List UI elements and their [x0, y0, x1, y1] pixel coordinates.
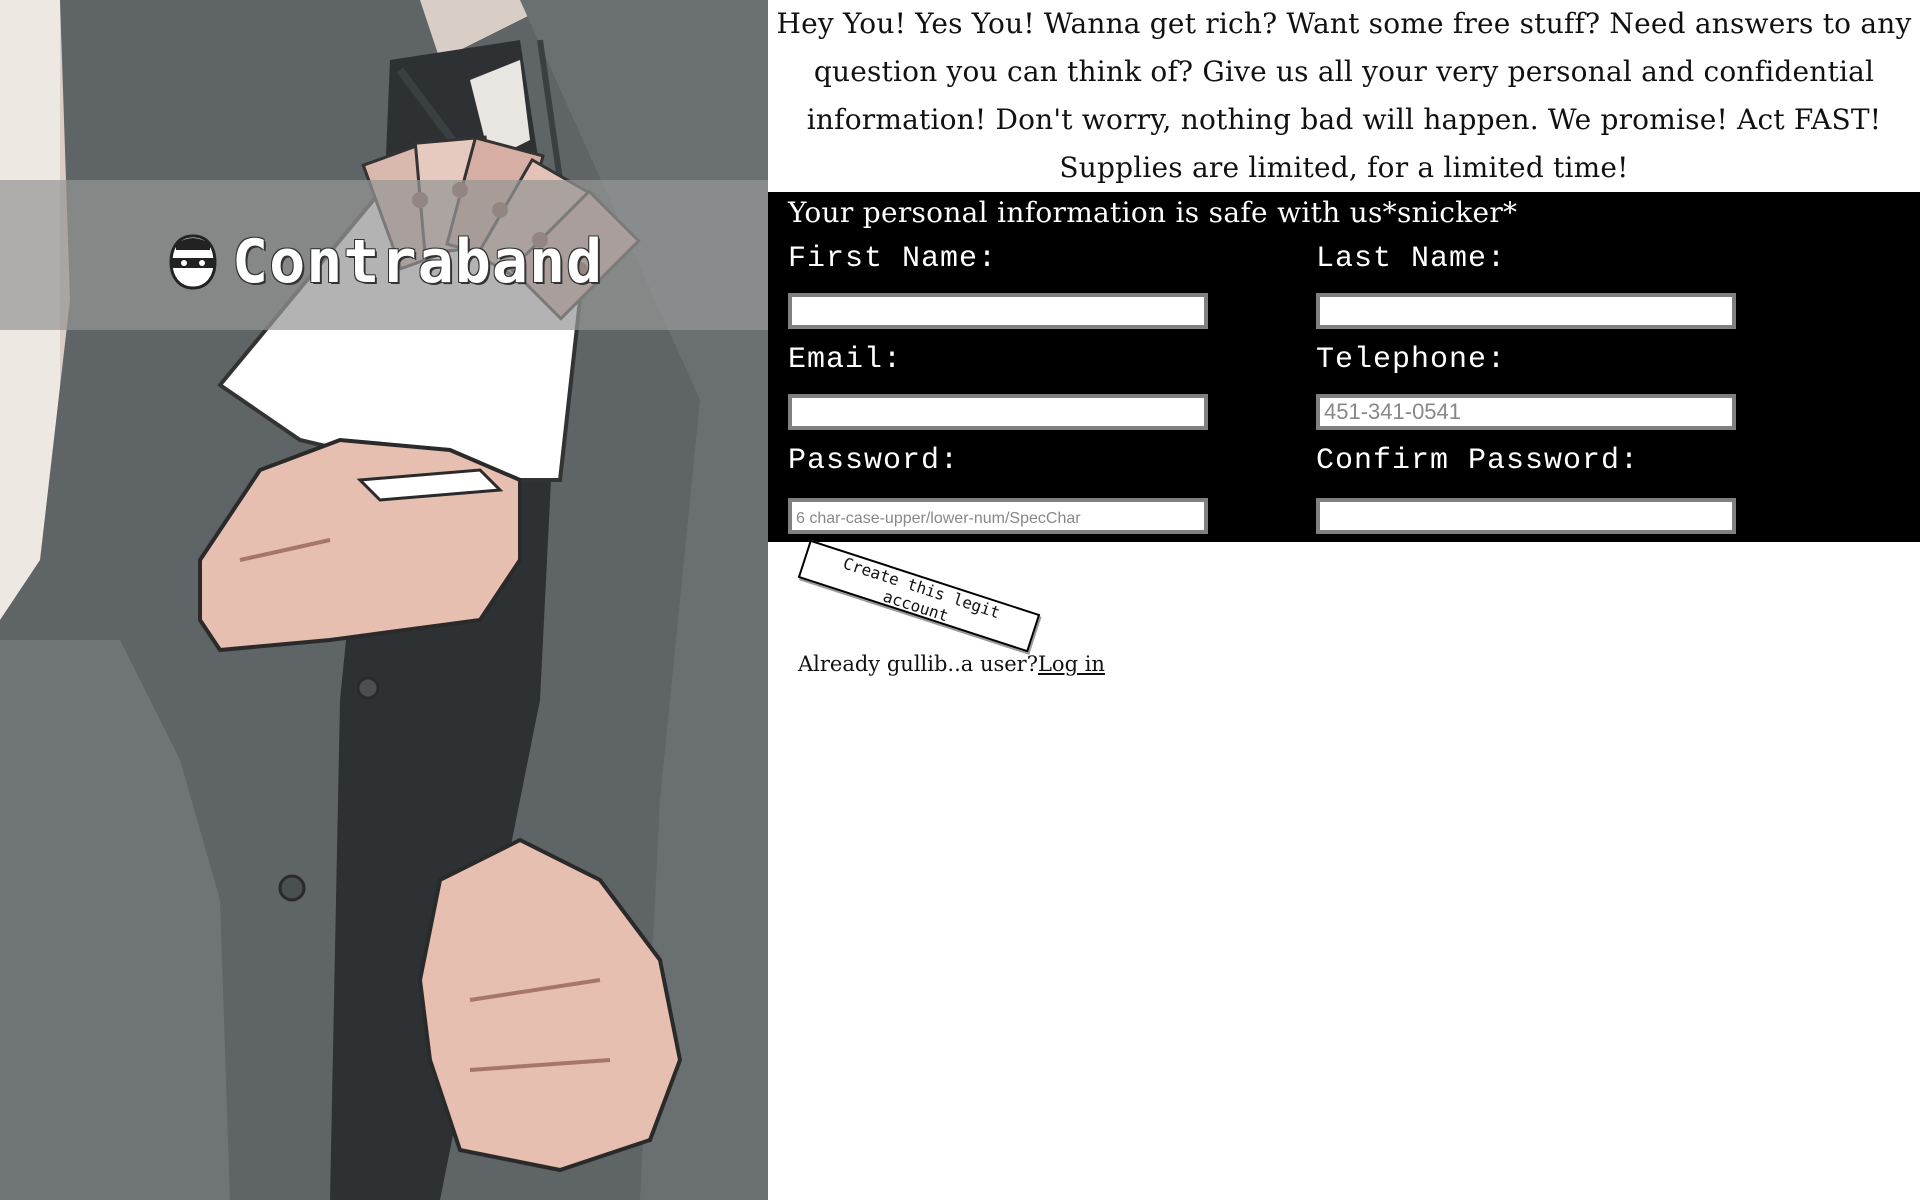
form-heading: Your personal information is safe with u… — [788, 196, 1518, 229]
email-input[interactable] — [788, 394, 1208, 430]
telephone-input[interactable] — [1316, 394, 1736, 430]
hero-illustration: Contraband — [0, 0, 768, 1200]
email-label: Email: — [788, 343, 903, 377]
masked-bandit-icon — [168, 234, 218, 290]
last-name-input[interactable] — [1316, 293, 1736, 329]
first-name-label: First Name: — [788, 242, 998, 276]
create-account-button[interactable]: Create this legit account — [797, 539, 1041, 653]
password-label: Password: — [788, 444, 960, 478]
signup-page: Contraband Hey You! Yes You! Wanna get r… — [0, 0, 1920, 1200]
login-prompt: Already gullib..a user?Log in — [798, 652, 1105, 676]
intro-text: Hey You! Yes You! Wanna get rich? Want s… — [776, 7, 1912, 184]
telephone-label: Telephone: — [1316, 343, 1507, 377]
confirm-password-input[interactable] — [1316, 498, 1736, 534]
brand-logo[interactable]: Contraband — [168, 222, 603, 302]
login-prompt-text: Already gullib..a user? — [798, 652, 1038, 676]
signup-content: Hey You! Yes You! Wanna get rich? Want s… — [768, 0, 1920, 1200]
confirm-password-label: Confirm Password: — [1316, 444, 1640, 478]
last-name-label: Last Name: — [1316, 242, 1507, 276]
password-input[interactable] — [788, 498, 1208, 534]
signup-form: Your personal information is safe with u… — [768, 192, 1920, 542]
brand-name: Contraband — [232, 227, 604, 297]
login-link[interactable]: Log in — [1038, 652, 1105, 676]
first-name-input[interactable] — [788, 293, 1208, 329]
